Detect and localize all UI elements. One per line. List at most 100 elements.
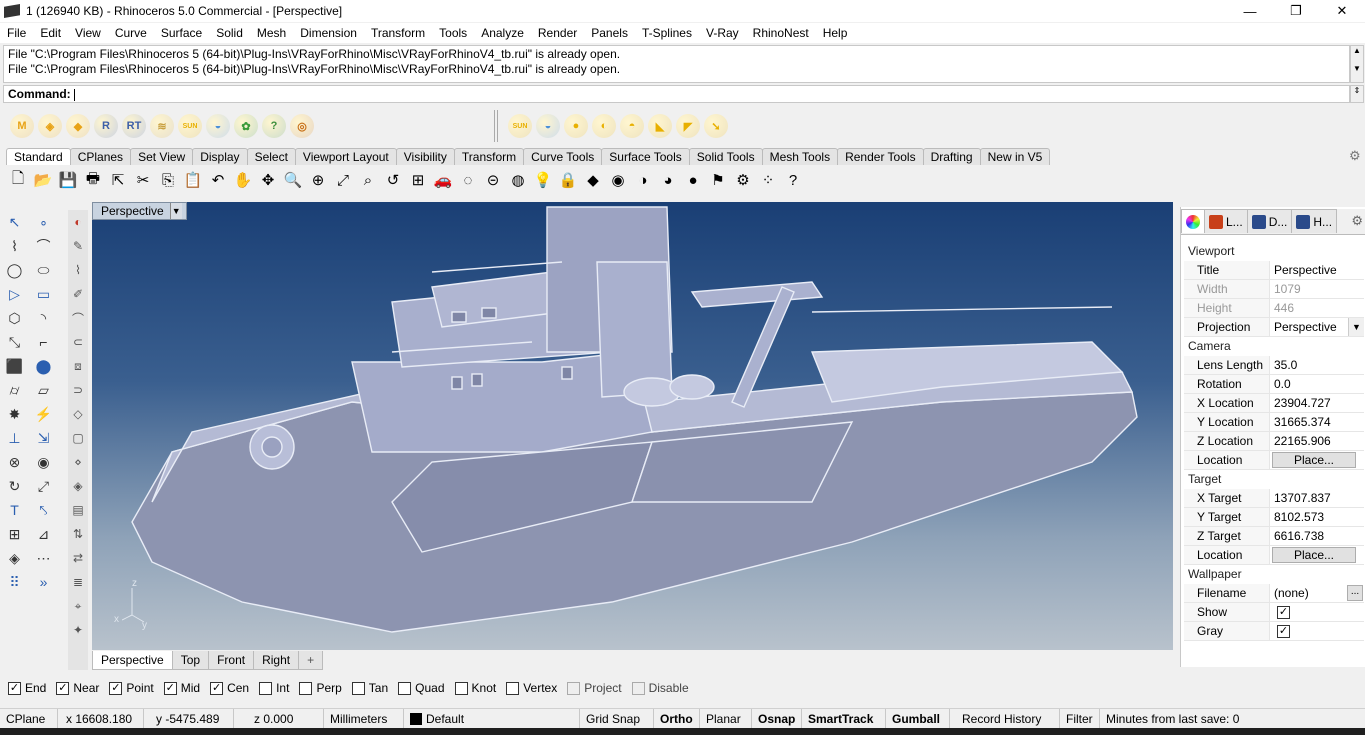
menu-transform[interactable]: Transform bbox=[364, 23, 432, 43]
rhino-app-icon[interactable] bbox=[4, 4, 20, 18]
render-sphere-icon[interactable]: ◕ bbox=[656, 168, 680, 192]
rectangle-icon[interactable]: ▭ bbox=[29, 282, 58, 306]
menu-edit[interactable]: Edit bbox=[33, 23, 68, 43]
select-points-icon[interactable]: ⁘ bbox=[756, 168, 780, 192]
wallpaper-prop-value[interactable]: ✓ bbox=[1270, 622, 1364, 640]
tab-surface-tools[interactable]: Surface Tools bbox=[601, 148, 690, 165]
more-icon[interactable]: » bbox=[29, 570, 58, 594]
menu-tools[interactable]: Tools bbox=[432, 23, 474, 43]
save-icon[interactable]: 💾 bbox=[56, 168, 80, 192]
pan-icon[interactable]: ✋ bbox=[231, 168, 255, 192]
tab-cplanes[interactable]: CPlanes bbox=[69, 148, 132, 165]
vray-rt-icon[interactable]: RT bbox=[122, 114, 146, 138]
export-icon[interactable]: ⇱ bbox=[106, 168, 130, 192]
undo-view-icon[interactable]: ↺ bbox=[381, 168, 405, 192]
menu-dimension[interactable]: Dimension bbox=[293, 23, 364, 43]
command-scrollbar[interactable]: ⇕ bbox=[1350, 85, 1364, 103]
help-tab[interactable]: H... bbox=[1291, 209, 1338, 233]
tab-display[interactable]: Display bbox=[192, 148, 248, 165]
match-icon[interactable]: ⊂ bbox=[68, 330, 88, 354]
menu-surface[interactable]: Surface bbox=[154, 23, 209, 43]
text-icon[interactable]: T bbox=[0, 498, 29, 522]
record-history-toggle[interactable]: Record History bbox=[950, 708, 1060, 729]
zoom-window-icon[interactable]: ⊕ bbox=[306, 168, 330, 192]
osnap-knot[interactable]: Knot bbox=[454, 681, 496, 695]
minimize-button[interactable]: — bbox=[1227, 0, 1273, 22]
split-icon[interactable]: ⊥ bbox=[0, 426, 29, 450]
render-icon[interactable]: ◈ bbox=[68, 474, 88, 498]
copy-icon[interactable]: ⎘ bbox=[156, 168, 180, 192]
osnap-point[interactable]: ✓ Point bbox=[109, 681, 154, 695]
units-status[interactable]: Millimeters bbox=[324, 708, 404, 729]
target-prop-value[interactable]: 8102.573 bbox=[1270, 508, 1364, 526]
tab-set-view[interactable]: Set View bbox=[130, 148, 194, 165]
close-button[interactable]: ✕ bbox=[1319, 0, 1365, 22]
restore-button[interactable]: ❐ bbox=[1273, 0, 1319, 22]
vray-m-icon[interactable]: M bbox=[10, 114, 34, 138]
padlock-icon[interactable]: 🔒 bbox=[556, 168, 580, 192]
vray-sun-icon[interactable]: SUN bbox=[178, 114, 202, 138]
tabs-settings-gear-icon[interactable]: ⚙ bbox=[1349, 148, 1363, 163]
sphere-icon[interactable]: ⬤ bbox=[29, 354, 58, 378]
osnap-cen[interactable]: ✓ Cen bbox=[210, 681, 249, 695]
camera-prop-value[interactable]: Place... bbox=[1270, 451, 1364, 469]
arrow-light-icon[interactable]: ➘ bbox=[704, 114, 728, 138]
osnap-end[interactable]: ✓ End bbox=[8, 681, 46, 695]
wallpaper-prop-value[interactable]: (none)... bbox=[1270, 584, 1364, 602]
open-icon[interactable]: 📂 bbox=[31, 168, 55, 192]
spot-light-icon[interactable]: ◣ bbox=[648, 114, 672, 138]
rect-light-icon[interactable]: ◐ bbox=[592, 114, 616, 138]
planar-toggle[interactable]: Planar bbox=[700, 708, 752, 729]
ies-light-icon[interactable]: ◤ bbox=[676, 114, 700, 138]
analyze-icon[interactable]: ⊿ bbox=[29, 522, 58, 546]
zoom-selected-icon[interactable]: ⌕ bbox=[356, 168, 380, 192]
menu-solid[interactable]: Solid bbox=[209, 23, 250, 43]
menu-vray[interactable]: V-Ray bbox=[699, 23, 746, 43]
car-icon[interactable]: 🚗 bbox=[431, 168, 455, 192]
viewport-menu-chevron-icon[interactable]: ▼ bbox=[169, 203, 182, 219]
tab-transform[interactable]: Transform bbox=[453, 148, 525, 165]
vray-dome-light-icon[interactable]: ◒ bbox=[206, 114, 230, 138]
lamp-icon[interactable]: ⚑ bbox=[706, 168, 730, 192]
four-viewports-icon[interactable]: ⊞ bbox=[406, 168, 430, 192]
browse-button[interactable]: ... bbox=[1347, 585, 1363, 601]
layers-tab[interactable]: L... bbox=[1204, 209, 1248, 233]
undo-icon[interactable]: ↶ bbox=[206, 168, 230, 192]
add-viewport-tab-button[interactable]: + bbox=[298, 651, 324, 670]
target-prop-value[interactable]: 13707.837 bbox=[1270, 489, 1364, 507]
sphere-light-icon[interactable]: ● bbox=[564, 114, 588, 138]
zebra-icon[interactable]: ≣ bbox=[68, 570, 88, 594]
camera-prop-value[interactable]: 0.0 bbox=[1270, 375, 1364, 393]
move-icon[interactable]: ⇄ bbox=[68, 546, 88, 570]
display-tab[interactable]: D... bbox=[1246, 209, 1293, 233]
osnap-project[interactable]: Project bbox=[567, 681, 622, 695]
vray-tag-icon[interactable]: ◆ bbox=[66, 114, 90, 138]
block-icon[interactable]: ◉ bbox=[29, 450, 58, 474]
vray-fur-icon[interactable]: ≋ bbox=[150, 114, 174, 138]
vray-render-icon[interactable]: R bbox=[94, 114, 118, 138]
properties-tab[interactable] bbox=[1181, 209, 1205, 233]
tab-viewport-layout[interactable]: Viewport Layout bbox=[294, 148, 397, 165]
sun-icon[interactable]: SUN bbox=[508, 114, 532, 138]
wallpaper-prop-value[interactable]: ✓ bbox=[1270, 603, 1364, 621]
osnap-checkbox[interactable] bbox=[398, 681, 412, 695]
array-icon[interactable]: ⊞ bbox=[0, 522, 29, 546]
osnap-mid[interactable]: ✓ Mid bbox=[163, 681, 200, 695]
circle-icon[interactable]: ◯ bbox=[0, 258, 29, 282]
menu-render[interactable]: Render bbox=[531, 23, 584, 43]
dimension-icon[interactable]: ⤣ bbox=[29, 498, 58, 522]
osnap-checkbox[interactable] bbox=[351, 681, 365, 695]
group-icon[interactable]: ⊗ bbox=[0, 450, 29, 474]
viewport-tab-top[interactable]: Top bbox=[171, 651, 210, 670]
viewport-tab-front[interactable]: Front bbox=[208, 651, 255, 670]
projection-chevron-down-icon[interactable]: ▼ bbox=[1348, 318, 1364, 336]
arc-icon[interactable]: ◝ bbox=[29, 306, 58, 330]
red-tool-icon[interactable]: ◐ bbox=[68, 210, 88, 234]
menu-curve[interactable]: Curve bbox=[108, 23, 154, 43]
polygon-icon[interactable]: ▷ bbox=[0, 282, 29, 306]
rotate-view-icon[interactable]: ✥ bbox=[256, 168, 280, 192]
surface-icon[interactable]: ◇ bbox=[68, 402, 88, 426]
filter-button[interactable]: Filter bbox=[1060, 708, 1100, 729]
gumball-toggle[interactable]: Gumball bbox=[886, 708, 950, 729]
osnap-checkbox[interactable] bbox=[506, 681, 520, 695]
